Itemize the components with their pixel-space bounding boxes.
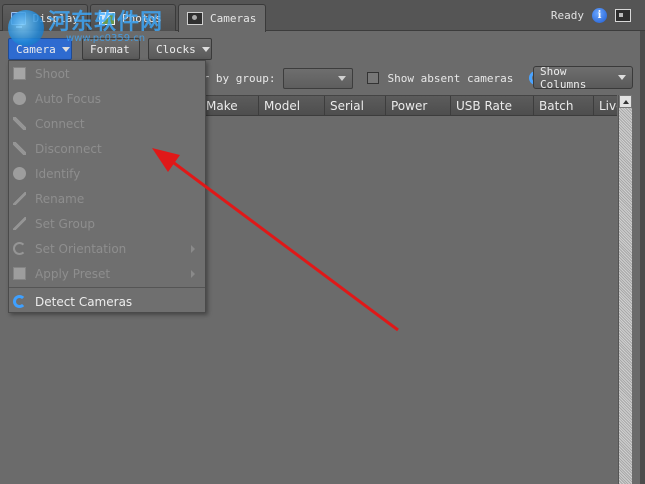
menu-item-label: Connect (35, 116, 85, 131)
menu-item-label: Auto Focus (35, 91, 101, 106)
focus-icon (13, 92, 26, 105)
vertical-scrollbar[interactable] (618, 95, 632, 484)
menu-item-label: Set Orientation (35, 241, 127, 256)
camera-dropdown-menu: Shoot Auto Focus Connect Disconnect Iden… (8, 60, 206, 313)
menu-item-label: Rename (35, 191, 85, 206)
menu-item-label: Detect Cameras (35, 294, 133, 309)
show-absent-label: Show absent cameras (387, 71, 514, 85)
shoot-icon (13, 67, 26, 80)
show-absent-checkbox[interactable] (367, 72, 380, 84)
cameras-icon (187, 12, 203, 25)
group-select[interactable] (283, 67, 354, 89)
column-header-make[interactable]: Make (201, 96, 259, 115)
clocks-label: Clocks (156, 42, 196, 56)
format-button[interactable]: Format (82, 38, 140, 60)
menu-separator (9, 287, 205, 288)
column-header-model[interactable]: Model (259, 96, 325, 115)
menu-item-disconnect[interactable]: Disconnect (9, 136, 205, 161)
status-area: Ready i (551, 8, 631, 23)
chevron-down-icon (201, 46, 210, 52)
tab-cameras[interactable]: Cameras (178, 4, 266, 32)
menu-item-label: Apply Preset (35, 266, 111, 281)
menu-item-connect[interactable]: Connect (9, 111, 205, 136)
menu-item-identify[interactable]: Identify (9, 161, 205, 186)
filter-row: er by group: Show absent cameras (196, 66, 544, 90)
menu-item-label: Shoot (35, 66, 70, 81)
submenu-arrow-icon (191, 270, 195, 278)
connect-icon (13, 117, 26, 130)
edit-icon (13, 217, 26, 230)
show-columns-label: Show Columns (540, 64, 587, 91)
column-header-serial[interactable]: Serial (325, 96, 386, 115)
tab-bar: Display Photos Cameras Ready i (0, 0, 645, 32)
disconnect-icon (13, 142, 26, 155)
panel-toggle-icon[interactable] (615, 9, 631, 22)
menu-item-shoot[interactable]: Shoot (9, 61, 205, 86)
menu-item-set-orientation[interactable]: Set Orientation (9, 236, 205, 261)
display-icon (11, 11, 26, 28)
column-header-power[interactable]: Power (386, 96, 451, 115)
chevron-down-icon (618, 75, 626, 80)
column-header-batch[interactable]: Batch (534, 96, 594, 115)
status-text: Ready (550, 9, 584, 22)
menu-item-label: Identify (35, 166, 81, 181)
column-header-usb-rate[interactable]: USB Rate (451, 96, 534, 115)
refresh-icon (13, 295, 26, 308)
photos-icon (99, 11, 115, 25)
rotate-icon (13, 242, 26, 255)
scroll-up-icon[interactable] (619, 95, 632, 108)
format-label: Format (90, 42, 130, 56)
info-icon[interactable]: i (592, 8, 607, 23)
menu-item-auto-focus[interactable]: Auto Focus (9, 86, 205, 111)
show-columns-button[interactable]: Show Columns (533, 64, 633, 91)
menu-item-label: Disconnect (35, 141, 102, 156)
tab-photos[interactable]: Photos (90, 4, 176, 31)
help-icon (13, 167, 26, 180)
preset-icon (13, 267, 26, 280)
camera-menu-button[interactable]: Camera (8, 38, 72, 60)
menu-item-detect-cameras[interactable]: Detect Cameras (9, 289, 205, 314)
tab-cameras-label: Cameras (210, 12, 257, 25)
tab-display[interactable]: Display (2, 4, 88, 31)
edit-icon (13, 192, 26, 205)
menu-item-set-group[interactable]: Set Group (9, 211, 205, 236)
menu-item-apply-preset[interactable]: Apply Preset (9, 261, 205, 286)
toolbar: Camera Format Clocks (8, 38, 212, 62)
chevron-down-icon (61, 46, 70, 52)
camera-menu-label: Camera (16, 42, 56, 56)
clocks-menu-button[interactable]: Clocks (148, 38, 212, 60)
chevron-down-icon (338, 75, 347, 81)
submenu-arrow-icon (191, 245, 195, 253)
filter-by-group-label: er by group: (196, 71, 276, 85)
right-border (640, 31, 645, 484)
tab-display-label: Display (32, 11, 79, 25)
column-header-live[interactable]: Live (594, 96, 617, 115)
tab-photos-label: Photos (122, 11, 162, 25)
menu-item-rename[interactable]: Rename (9, 186, 205, 211)
menu-item-label: Set Group (35, 216, 96, 231)
